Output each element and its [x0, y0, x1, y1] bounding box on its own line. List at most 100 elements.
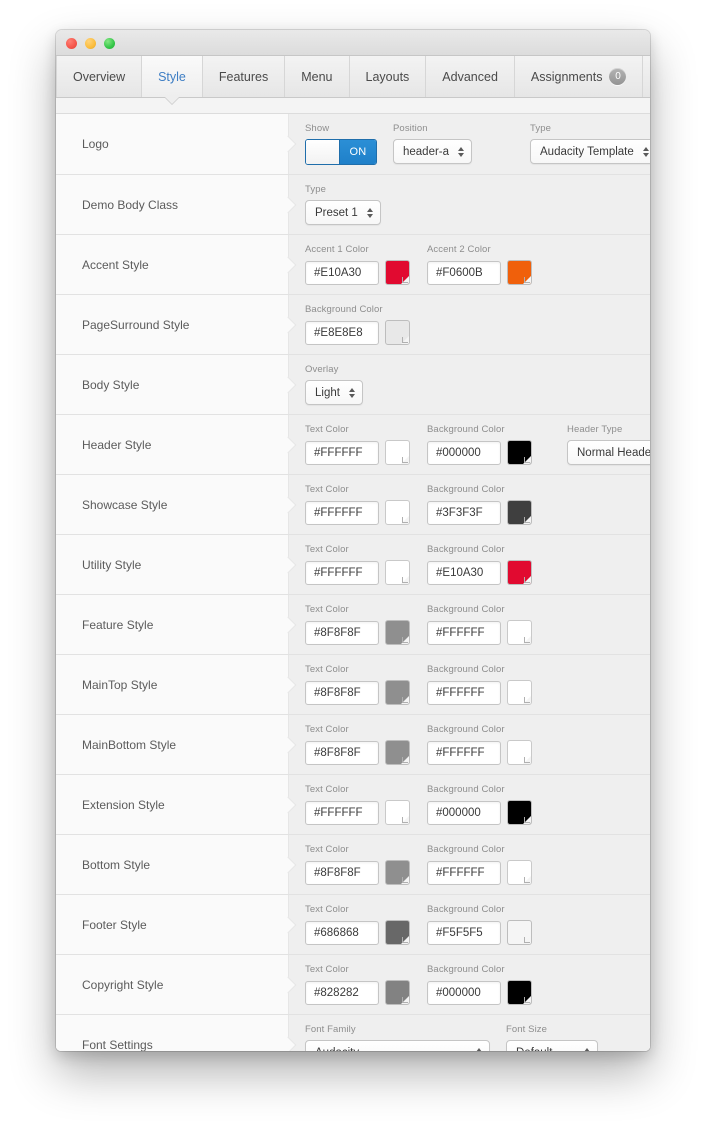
color-hex-input[interactable]: #E10A30: [305, 260, 379, 285]
tab-features[interactable]: Features: [203, 56, 286, 97]
color-hex-input[interactable]: #FFFFFF: [305, 800, 379, 825]
color-hex-input[interactable]: #686868: [305, 920, 379, 945]
select-overlay[interactable]: Light: [305, 380, 363, 405]
tab-label: Layouts: [365, 69, 410, 84]
field-control: #E10A30: [427, 560, 567, 585]
tab-label: Advanced: [442, 69, 498, 84]
field-control: #8F8F8F: [305, 680, 427, 705]
color-swatch-button[interactable]: [385, 260, 410, 285]
color-hex-input[interactable]: #8F8F8F: [305, 860, 379, 885]
color-hex-input[interactable]: #F5F5F5: [427, 920, 501, 945]
select-font-size[interactable]: Default: [506, 1040, 598, 1051]
field-label: Background Color: [427, 604, 505, 615]
row-label-text: Body Style: [82, 377, 140, 392]
tab-advanced[interactable]: Advanced: [426, 56, 515, 97]
color-swatch-button[interactable]: [507, 680, 532, 705]
row-label-text: Showcase Style: [82, 497, 168, 512]
row-label-logo: Logo: [56, 114, 289, 174]
color-hex-input[interactable]: #E10A30: [427, 560, 501, 585]
select-font-family[interactable]: Audacity: [305, 1040, 490, 1051]
color-hex-input[interactable]: #828282: [305, 980, 379, 1005]
color-swatch-button[interactable]: [385, 920, 410, 945]
color-swatch-button[interactable]: [507, 500, 532, 525]
zoom-window-icon[interactable]: [104, 38, 115, 49]
color-swatch-button[interactable]: [507, 980, 532, 1005]
settings-row: Demo Body Class Type Preset 1: [56, 175, 650, 235]
close-window-icon[interactable]: [66, 38, 77, 49]
color-hex-input[interactable]: #F0600B: [427, 260, 501, 285]
color-hex-input[interactable]: #8F8F8F: [305, 740, 379, 765]
field-label: Accent 2 Color: [427, 244, 491, 255]
color-swatch-button[interactable]: [385, 980, 410, 1005]
color-swatch-button[interactable]: [385, 500, 410, 525]
color-swatch-button[interactable]: [507, 440, 532, 465]
color-hex-input[interactable]: #E8E8E8: [305, 320, 379, 345]
tab-menu[interactable]: Menu: [285, 56, 350, 97]
color-swatch-button[interactable]: [385, 740, 410, 765]
color-hex-input[interactable]: #8F8F8F: [305, 620, 379, 645]
color-swatch-button[interactable]: [507, 260, 532, 285]
select-value: Preset 1: [315, 206, 358, 219]
color-swatch-button[interactable]: [507, 800, 532, 825]
color-swatch-button[interactable]: [385, 320, 410, 345]
color-swatch-button[interactable]: [385, 560, 410, 585]
row-fields: Type Preset 1: [289, 175, 650, 234]
field-label: Text Color: [305, 604, 349, 615]
row-label-text: Bottom Style: [82, 857, 151, 872]
color-hex-input[interactable]: #FFFFFF: [427, 680, 501, 705]
toggle-knob[interactable]: [306, 140, 340, 164]
color-hex-input[interactable]: #FFFFFF: [427, 860, 501, 885]
field-control: #FFFFFF: [305, 560, 427, 585]
select-type[interactable]: Preset 1: [305, 200, 381, 225]
select-header-type[interactable]: Normal Header: [567, 440, 650, 465]
color-hex-input[interactable]: #FFFFFF: [305, 440, 379, 465]
field-group: Text Color #8F8F8F: [305, 844, 427, 885]
color-swatch-button[interactable]: [385, 800, 410, 825]
field-label: Background Color: [427, 424, 505, 435]
color-swatch-button[interactable]: [507, 560, 532, 585]
color-hex-input[interactable]: #FFFFFF: [427, 620, 501, 645]
field-group: Text Color #686868: [305, 904, 427, 945]
color-hex-input[interactable]: #FFFFFF: [427, 740, 501, 765]
row-label-mainbottom-style: MainBottom Style: [56, 715, 289, 774]
row-label-header-style: Header Style: [56, 415, 289, 474]
color-hex-input[interactable]: #3F3F3F: [427, 500, 501, 525]
color-hex-input[interactable]: #8F8F8F: [305, 680, 379, 705]
color-swatch-button[interactable]: [385, 680, 410, 705]
field-group: Background Color #000000: [427, 964, 567, 1005]
field-control: Normal Header: [567, 440, 650, 465]
color-swatch-button[interactable]: [507, 920, 532, 945]
minimize-window-icon[interactable]: [85, 38, 96, 49]
row-fields: Text Color #FFFFFF Background Color #3F3F3F: [289, 475, 650, 534]
color-swatch-button[interactable]: [507, 740, 532, 765]
color-swatch-button[interactable]: [385, 440, 410, 465]
field-control: ON: [305, 139, 393, 165]
field-group: Show ON: [305, 123, 393, 165]
row-label-extension-style: Extension Style: [56, 775, 289, 834]
toolbar-strip: [56, 98, 650, 114]
color-swatch-button[interactable]: [507, 620, 532, 645]
color-swatch-button[interactable]: [507, 860, 532, 885]
field-group: Text Color #FFFFFF: [305, 544, 427, 585]
settings-row: Header Style Text Color #FFFFFF Background …: [56, 415, 650, 475]
color-hex-input[interactable]: #000000: [427, 980, 501, 1005]
select-value: Normal Header: [577, 446, 650, 459]
field-label: Text Color: [305, 964, 349, 975]
tab-style[interactable]: Style: [142, 56, 203, 97]
color-swatch-button[interactable]: [385, 860, 410, 885]
color-hex-input[interactable]: #000000: [427, 800, 501, 825]
field-group: Background Color #FFFFFF: [427, 604, 567, 645]
color-hex-input[interactable]: #FFFFFF: [305, 560, 379, 585]
color-swatch-button[interactable]: [385, 620, 410, 645]
logo-show-toggle[interactable]: ON: [305, 139, 377, 165]
tab-overview[interactable]: Overview: [56, 56, 143, 97]
color-hex-input[interactable]: #000000: [427, 440, 501, 465]
tab-layouts[interactable]: Layouts: [350, 56, 427, 97]
select-type[interactable]: Audacity Template: [530, 139, 650, 164]
field-control: #FFFFFF: [427, 860, 567, 885]
field-label: Background Color: [427, 904, 505, 915]
field-group: Background Color #FFFFFF: [427, 844, 567, 885]
select-position[interactable]: header-a: [393, 139, 473, 164]
color-hex-input[interactable]: #FFFFFF: [305, 500, 379, 525]
tab-assignments[interactable]: Assignments 0: [515, 56, 644, 97]
